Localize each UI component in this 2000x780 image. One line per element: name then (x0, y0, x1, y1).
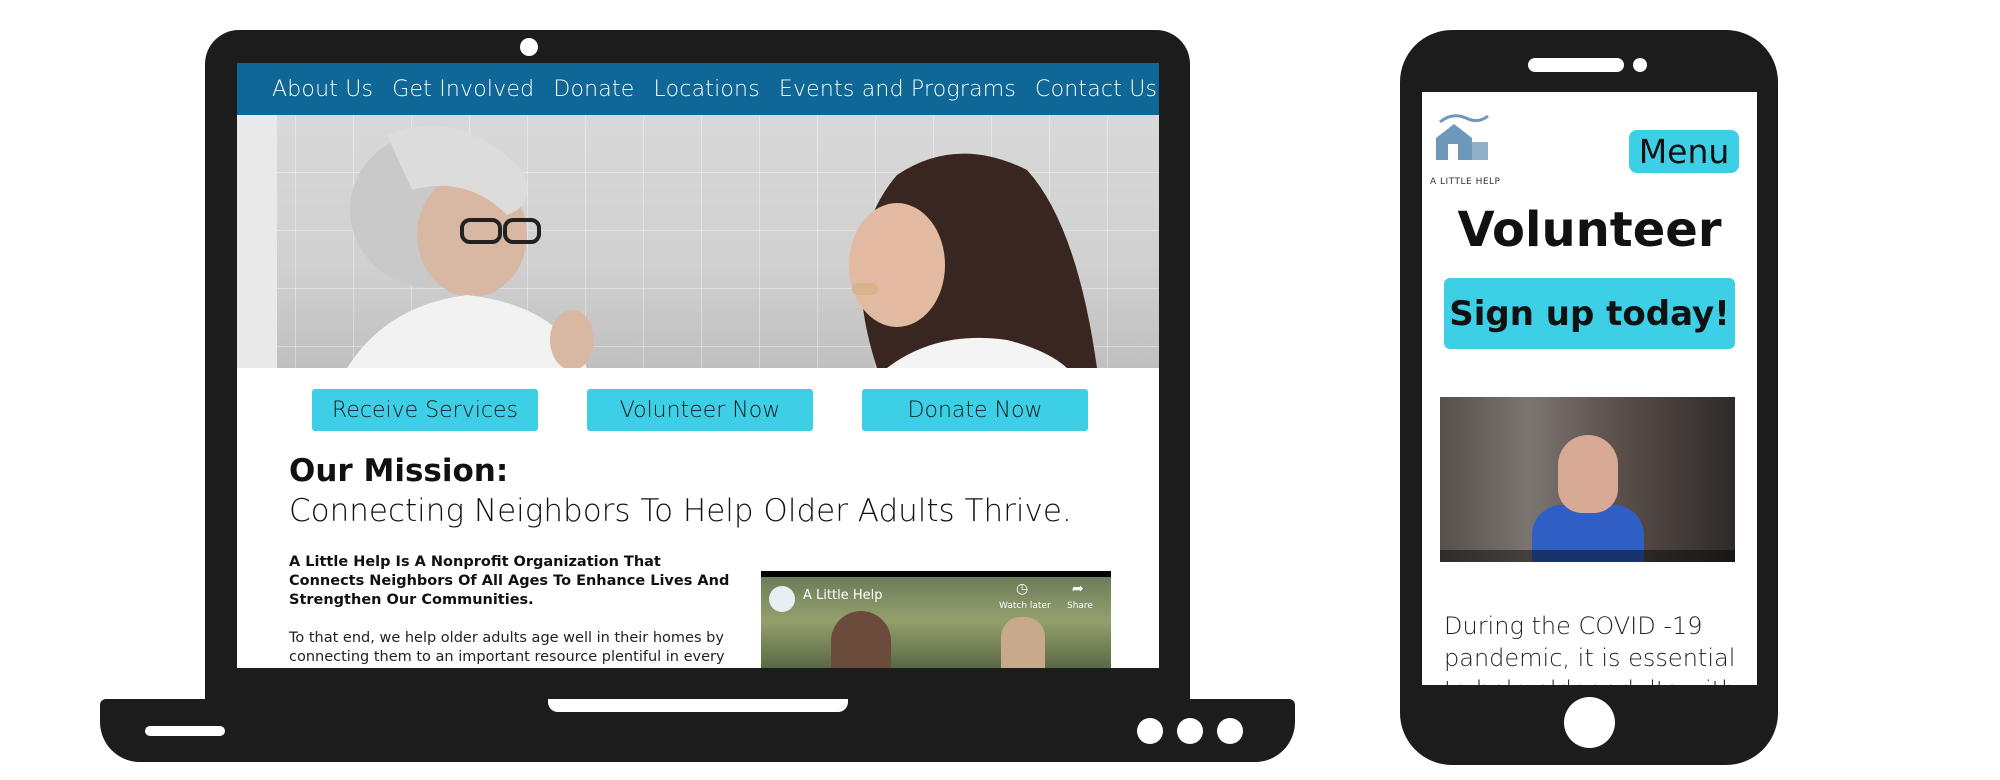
video-person (831, 611, 891, 668)
phone-speaker (1528, 58, 1624, 72)
phone-home-button[interactable] (1564, 697, 1615, 748)
laptop-screen: About Us Get Involved Donate Locations E… (237, 63, 1159, 668)
mission-title: Our Mission: (289, 453, 509, 489)
nav-locations[interactable]: Locations (654, 77, 760, 102)
laptop-slot (145, 726, 225, 736)
clock-icon[interactable]: ◷ (1016, 581, 1028, 597)
sign-up-button[interactable]: Sign up today! (1444, 278, 1735, 349)
hero-image (237, 115, 1159, 368)
laptop-light (1137, 718, 1163, 744)
menu-button[interactable]: Menu (1629, 130, 1739, 173)
nav-donate[interactable]: Donate (553, 77, 634, 102)
video-controls-bar[interactable] (1440, 550, 1735, 562)
logo-text: A LITTLE HELP (1430, 177, 1501, 187)
nav-get-involved[interactable]: Get Involved (392, 77, 534, 102)
share-label[interactable]: Share (1067, 601, 1093, 611)
phone-camera (1633, 58, 1647, 72)
hero-people-illustration (237, 115, 1097, 368)
body-paragraph: During the COVID -19 pandemic, it is ess… (1444, 612, 1736, 685)
mission-subtitle: Connecting Neighbors To Help Older Adult… (289, 493, 1072, 529)
laptop-camera (520, 38, 538, 56)
laptop-notch (548, 699, 848, 712)
site-nav: About Us Get Involved Donate Locations E… (237, 63, 1159, 115)
mission-summary: A Little Help Is A Nonprofit Organizatio… (289, 554, 730, 608)
watch-later-label[interactable]: Watch later (999, 601, 1051, 611)
phone-screen: A LITTLE HELP Menu Volunteer Sign up tod… (1422, 92, 1757, 685)
cta-row: Receive Services Volunteer Now Donate No… (312, 389, 1088, 431)
nav-about-us[interactable]: About Us (272, 77, 373, 102)
nav-contact-us[interactable]: Contact Us (1035, 77, 1157, 102)
video-player[interactable]: A Little Help ◷ Watch later ➦ Share (761, 571, 1111, 668)
volunteer-now-button[interactable]: Volunteer Now (587, 389, 813, 431)
video-person (1558, 435, 1618, 513)
video-player[interactable] (1440, 397, 1735, 562)
receive-services-button[interactable]: Receive Services (312, 389, 538, 431)
donate-now-button[interactable]: Donate Now (862, 389, 1088, 431)
video-person (1001, 617, 1045, 668)
mission-paragraph: To that end, we help older adults age we… (289, 630, 725, 665)
video-title: A Little Help (803, 588, 883, 603)
house-logo-icon (1436, 114, 1489, 160)
laptop-light (1177, 718, 1203, 744)
share-icon[interactable]: ➦ (1072, 581, 1084, 597)
nav-events-programs[interactable]: Events and Programs (779, 77, 1016, 102)
laptop-light (1217, 718, 1243, 744)
channel-logo-icon (769, 586, 795, 612)
page-title: Volunteer (1457, 202, 1722, 258)
